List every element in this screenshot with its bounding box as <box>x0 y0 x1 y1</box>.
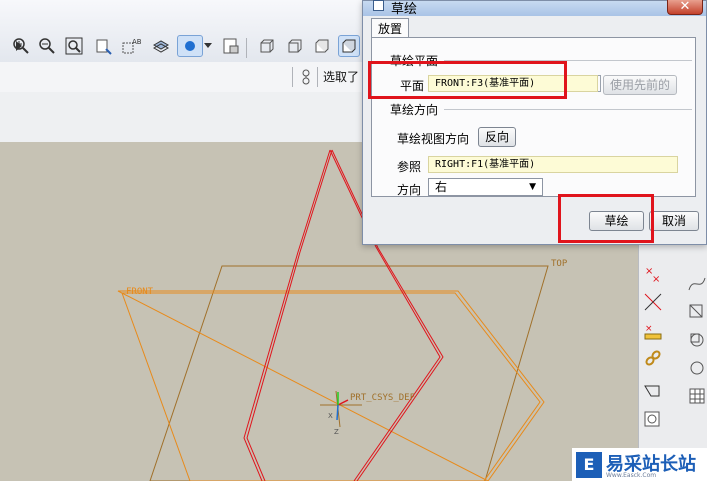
reference-label: 参照 <box>397 160 422 174</box>
cancel-button[interactable]: 取消 <box>649 211 699 231</box>
flip-button[interactable]: 反向 <box>478 127 516 147</box>
front-plane-label: FRONT <box>126 287 154 297</box>
dialog-app-icon <box>373 0 384 11</box>
dialog-close-button[interactable]: ✕ <box>667 0 703 15</box>
line-tool-icon[interactable]: × × <box>643 264 663 285</box>
svg-text:AB: AB <box>132 38 141 46</box>
layers-icon[interactable] <box>150 35 172 57</box>
display-style-icon[interactable] <box>177 35 203 57</box>
offset-tool-icon[interactable] <box>687 302 707 322</box>
dialog-titlebar[interactable]: 草绘 ✕ <box>363 0 706 17</box>
plane-highlight-box <box>368 61 567 99</box>
use-previous-button[interactable]: 使用先前的 <box>603 75 677 95</box>
front-datum-plane <box>121 292 541 481</box>
view-direction-label: 草绘视图方向 <box>397 132 470 146</box>
saved-views-icon[interactable] <box>220 35 242 57</box>
axis-z-label: Z <box>334 428 339 436</box>
tab-placement[interactable]: 放置 <box>371 18 409 38</box>
watermark: E 易采站长站 Www.Easck.Com <box>572 448 707 481</box>
orientation-value: 右 <box>435 180 448 194</box>
grid-tool-icon[interactable] <box>687 386 707 406</box>
csys-label: PRT_CSYS_DEF <box>350 393 415 403</box>
arrow-shape-tool-icon[interactable] <box>643 384 663 404</box>
cross-line-tool-icon[interactable] <box>643 292 663 312</box>
watermark-logo: E <box>576 452 602 478</box>
dialog-title: 草绘 <box>391 2 418 17</box>
selection-status-text: 选取了 <box>323 70 360 84</box>
sketch-orientation-group-label: 草绘方向 <box>390 103 439 117</box>
sketch-button-highlight-box <box>558 194 654 243</box>
axis-x-label: X <box>328 412 333 420</box>
top-plane-label: TOP <box>551 259 568 269</box>
selection-filter-icon[interactable] <box>300 67 312 90</box>
zoom-in-icon[interactable] <box>10 35 32 57</box>
orientation-select[interactable]: 右 ▼ <box>428 178 543 196</box>
dimension-tool-icon[interactable]: × <box>643 322 663 342</box>
display-style-dropdown-icon[interactable] <box>203 35 213 57</box>
svg-text:×: × <box>645 324 653 334</box>
svg-text:×: × <box>652 274 660 284</box>
circle-tool-icon[interactable] <box>687 330 707 350</box>
chain-tool-icon[interactable] <box>643 348 663 368</box>
chevron-down-icon: ▼ <box>529 182 536 192</box>
sketch-dialog: 草绘 ✕ 放置 草绘平面 平面 FRONT:F3(基准平面) 使用先前的 草绘方… <box>362 0 707 245</box>
palette-tool-icon[interactable] <box>643 410 663 430</box>
no-hidden-view-icon[interactable] <box>311 35 333 57</box>
spline-tool-icon[interactable] <box>687 274 707 294</box>
zoom-out-icon[interactable] <box>36 35 58 57</box>
wireframe-view-icon[interactable] <box>256 35 278 57</box>
orientation-label: 方向 <box>397 183 422 197</box>
shaded-view-icon[interactable] <box>338 35 360 57</box>
reference-field[interactable]: RIGHT:F1(基准平面) <box>428 156 678 173</box>
zoom-fit-icon[interactable] <box>63 35 85 57</box>
watermark-subtext: Www.Easck.Com <box>606 472 657 479</box>
datum-display-icon[interactable]: AB <box>120 35 142 57</box>
right-tool-palette: × × × <box>638 240 707 450</box>
hidden-line-view-icon[interactable] <box>284 35 306 57</box>
reorient-icon[interactable] <box>92 35 114 57</box>
arc-tool-icon[interactable] <box>687 358 707 378</box>
top-datum-plane <box>149 265 549 481</box>
